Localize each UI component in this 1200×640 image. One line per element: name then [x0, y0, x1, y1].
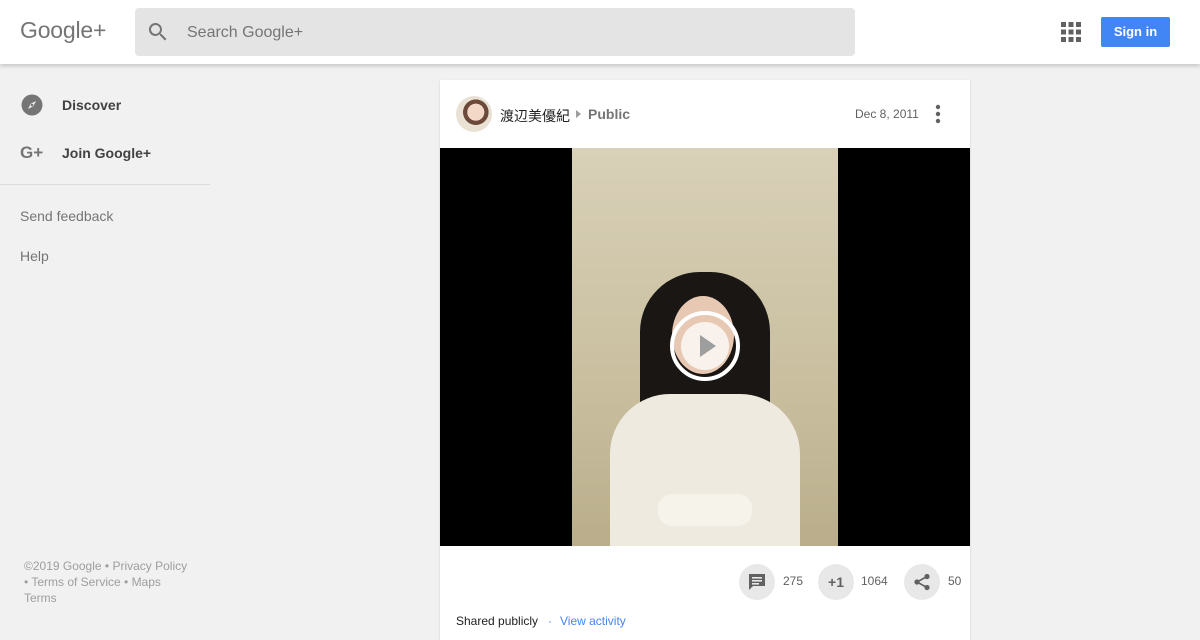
- view-activity-link[interactable]: View activity: [560, 614, 626, 628]
- google-plus-logo[interactable]: Google+: [20, 17, 106, 44]
- search-input[interactable]: [185, 8, 829, 58]
- caret-right-icon: [576, 110, 581, 118]
- shared-publicly-text: Shared publicly: [456, 614, 539, 628]
- post-card: 渡辺美優紀 Public Dec 8, 2011 275 +1 1064 50 …: [440, 80, 970, 640]
- comment-button[interactable]: [739, 564, 775, 600]
- visibility-label: Public: [588, 106, 631, 122]
- search-box[interactable]: [135, 8, 855, 58]
- share-button[interactable]: [904, 564, 940, 600]
- help-link[interactable]: Help: [20, 248, 49, 264]
- sidebar-divider: [0, 184, 210, 185]
- sidebar-item-label: Join Google+: [62, 145, 152, 161]
- footer-links: ©2019 Google • Privacy Policy • Terms of…: [24, 559, 188, 605]
- thumbnail-bow-shape: [658, 494, 752, 526]
- share-icon: [914, 573, 930, 591]
- google-plus-icon: G+: [20, 141, 44, 165]
- comment-count: 275: [783, 574, 804, 588]
- sidebar-item-discover[interactable]: Discover: [20, 93, 121, 117]
- plus-one-count: 1064: [861, 574, 888, 588]
- avatar[interactable]: [456, 96, 492, 132]
- privacy-policy-link[interactable]: Privacy Policy: [112, 559, 187, 573]
- post-actions: 275 +1 1064 50: [440, 564, 970, 600]
- copyright-text: ©2019 Google: [24, 559, 102, 573]
- terms-link[interactable]: Terms: [24, 591, 57, 605]
- sign-in-button[interactable]: Sign in: [1101, 17, 1170, 47]
- video-player[interactable]: [440, 148, 970, 546]
- compass-icon: [20, 93, 44, 117]
- plus-one-label: +1: [828, 574, 844, 590]
- play-icon[interactable]: [669, 310, 741, 382]
- comment-icon: [749, 574, 765, 590]
- top-bar: Google+ Sign in: [0, 0, 1200, 64]
- search-icon: [148, 23, 167, 41]
- send-feedback-link[interactable]: Send feedback: [20, 208, 113, 224]
- post-date[interactable]: Dec 8, 2011: [855, 107, 919, 121]
- svg-text:G+: G+: [20, 143, 43, 162]
- sidebar-item-label: Discover: [62, 97, 122, 113]
- sidebar-item-join-google-plus[interactable]: G+ Join Google+: [20, 141, 151, 165]
- terms-of-service-link[interactable]: Terms of Service: [31, 575, 120, 589]
- plus-one-button[interactable]: +1: [818, 564, 854, 600]
- apps-grid-icon[interactable]: [1060, 21, 1082, 43]
- maps-link[interactable]: Maps: [132, 575, 161, 589]
- share-count: 50: [948, 574, 962, 588]
- separator-dot: ·: [548, 614, 552, 628]
- more-vert-icon[interactable]: [928, 102, 948, 126]
- author-name[interactable]: 渡辺美優紀: [500, 106, 570, 126]
